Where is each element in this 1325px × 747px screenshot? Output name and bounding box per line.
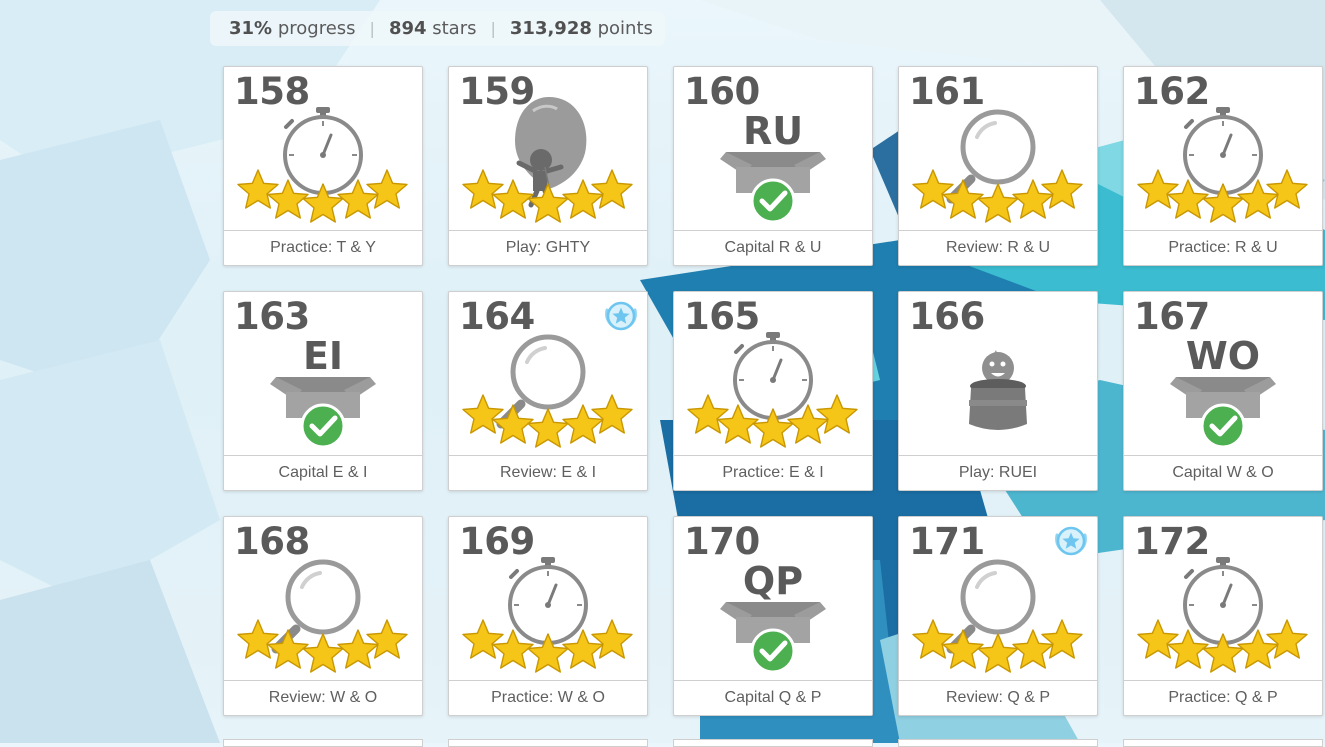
lesson-number: 168 xyxy=(234,520,310,563)
star-badge-icon xyxy=(605,301,637,331)
lesson-number: 161 xyxy=(909,70,985,113)
lesson-caption: Practice: R & U xyxy=(1124,230,1322,265)
stopwatch-icon xyxy=(508,557,588,645)
star-badge-icon xyxy=(1055,526,1087,556)
letters-label: QP xyxy=(742,559,804,603)
lesson-caption: Practice: Q & P xyxy=(1124,680,1322,715)
rating-star-icon xyxy=(366,619,408,659)
lesson-card[interactable]: 165 Practice: E & I xyxy=(673,291,873,491)
stopwatch-icon xyxy=(283,107,363,195)
lesson-card-partial[interactable] xyxy=(448,739,648,747)
rating-star-icon xyxy=(366,169,408,209)
lesson-caption: Practice: T & Y xyxy=(224,230,422,265)
lesson-caption: Capital E & I xyxy=(224,455,422,490)
lesson-number: 158 xyxy=(234,70,310,113)
rating-star-icon xyxy=(237,619,279,659)
lesson-number: 166 xyxy=(909,295,985,338)
lesson-caption: Play: RUEI xyxy=(899,455,1097,490)
lesson-card[interactable]: 169 Practice: W & O xyxy=(448,516,648,716)
lesson-number: 167 xyxy=(1134,295,1210,338)
lesson-caption: Practice: W & O xyxy=(449,680,647,715)
lesson-card-partial[interactable] xyxy=(223,739,423,747)
lesson-number: 164 xyxy=(459,295,535,338)
stars-value: 894 xyxy=(388,18,427,39)
lesson-caption: Capital Q & P xyxy=(674,680,872,715)
lesson-number: 171 xyxy=(909,520,985,563)
lesson-card[interactable]: WO 167 Capital W & O xyxy=(1123,291,1323,491)
lesson-caption: Review: W & O xyxy=(224,680,422,715)
lesson-caption: Practice: E & I xyxy=(674,455,872,490)
lesson-card[interactable]: 161 Review: R & U xyxy=(898,66,1098,266)
rating-star-icon xyxy=(1137,169,1179,209)
rating-star-icon xyxy=(462,169,504,209)
rating-star-icon xyxy=(1041,619,1083,659)
lesson-caption: Capital W & O xyxy=(1124,455,1322,490)
lesson-caption: Review: R & U xyxy=(899,230,1097,265)
rating-star-icon xyxy=(591,619,633,659)
rating-star-icon xyxy=(237,169,279,209)
lesson-card[interactable]: 158 Practice: T & Y xyxy=(223,66,423,266)
points-label: points xyxy=(597,18,653,39)
rating-star-icon xyxy=(912,619,954,659)
rating-star-icon xyxy=(1137,619,1179,659)
lesson-number: 172 xyxy=(1134,520,1210,563)
rating-star-icon xyxy=(816,394,858,434)
rating-star-icon xyxy=(1266,619,1308,659)
lesson-caption: Review: Q & P xyxy=(899,680,1097,715)
lesson-number: 159 xyxy=(459,70,535,113)
lesson-caption: Review: E & I xyxy=(449,455,647,490)
progress-value: 31% xyxy=(229,18,273,39)
lesson-number: 165 xyxy=(684,295,760,338)
lesson-card[interactable]: QP 170 Capital Q & P xyxy=(673,516,873,716)
lesson-number: 170 xyxy=(684,520,760,563)
lesson-number: 163 xyxy=(234,295,310,338)
letters-label: WO xyxy=(1185,334,1261,378)
rating-star-icon xyxy=(462,394,504,434)
rating-star-icon xyxy=(591,394,633,434)
lesson-card[interactable]: 164 Review: E & I xyxy=(448,291,648,491)
letter-box-icon xyxy=(720,602,826,674)
rating-star-icon xyxy=(302,633,344,673)
rating-star-icon xyxy=(462,619,504,659)
lesson-card-partial[interactable] xyxy=(673,739,873,747)
lesson-caption: Capital R & U xyxy=(674,230,872,265)
lesson-number: 160 xyxy=(684,70,760,113)
letters-label: EI xyxy=(302,334,344,378)
rating-star-icon xyxy=(912,169,954,209)
lesson-card[interactable]: RU 160 Capital R & U xyxy=(673,66,873,266)
lesson-card[interactable]: EI 163 Capital E & I xyxy=(223,291,423,491)
progress-label: progress xyxy=(277,18,356,39)
lesson-card[interactable]: 159 Play: GHTY xyxy=(448,66,648,266)
divider: | xyxy=(490,19,496,38)
lesson-card[interactable]: 172 Practice: Q & P xyxy=(1123,516,1323,716)
letter-box-icon xyxy=(720,152,826,224)
divider: | xyxy=(369,19,375,38)
letter-box-icon xyxy=(270,377,376,449)
stopwatch-icon xyxy=(1183,107,1263,195)
lesson-caption: Play: GHTY xyxy=(449,230,647,265)
lesson-card-partial[interactable] xyxy=(1123,739,1323,747)
rating-star-icon xyxy=(977,633,1019,673)
stars-label: stars xyxy=(432,18,477,39)
progress-summary-bar: 31% progress | 894 stars | 313,928 point… xyxy=(210,11,665,46)
jar-character-icon xyxy=(969,350,1027,430)
lesson-card[interactable]: 168 Review: W & O xyxy=(223,516,423,716)
lesson-card[interactable]: 166 Play: RUEI xyxy=(898,291,1098,491)
letter-box-icon xyxy=(1170,377,1276,449)
lesson-number: 162 xyxy=(1134,70,1210,113)
lesson-card-partial[interactable] xyxy=(898,739,1098,747)
letters-label: RU xyxy=(742,109,804,153)
rating-star-icon xyxy=(977,183,1019,223)
lesson-card[interactable]: 171 Review: Q & P xyxy=(898,516,1098,716)
stopwatch-icon xyxy=(733,332,813,420)
rating-star-icon xyxy=(1266,169,1308,209)
points-value: 313,928 xyxy=(509,18,592,39)
stopwatch-icon xyxy=(1183,557,1263,645)
rating-star-icon xyxy=(1041,169,1083,209)
lesson-number: 169 xyxy=(459,520,535,563)
rating-star-icon xyxy=(591,169,633,209)
rating-star-icon xyxy=(687,394,729,434)
rating-star-icon xyxy=(527,408,569,448)
lesson-card[interactable]: 162 Practice: R & U xyxy=(1123,66,1323,266)
